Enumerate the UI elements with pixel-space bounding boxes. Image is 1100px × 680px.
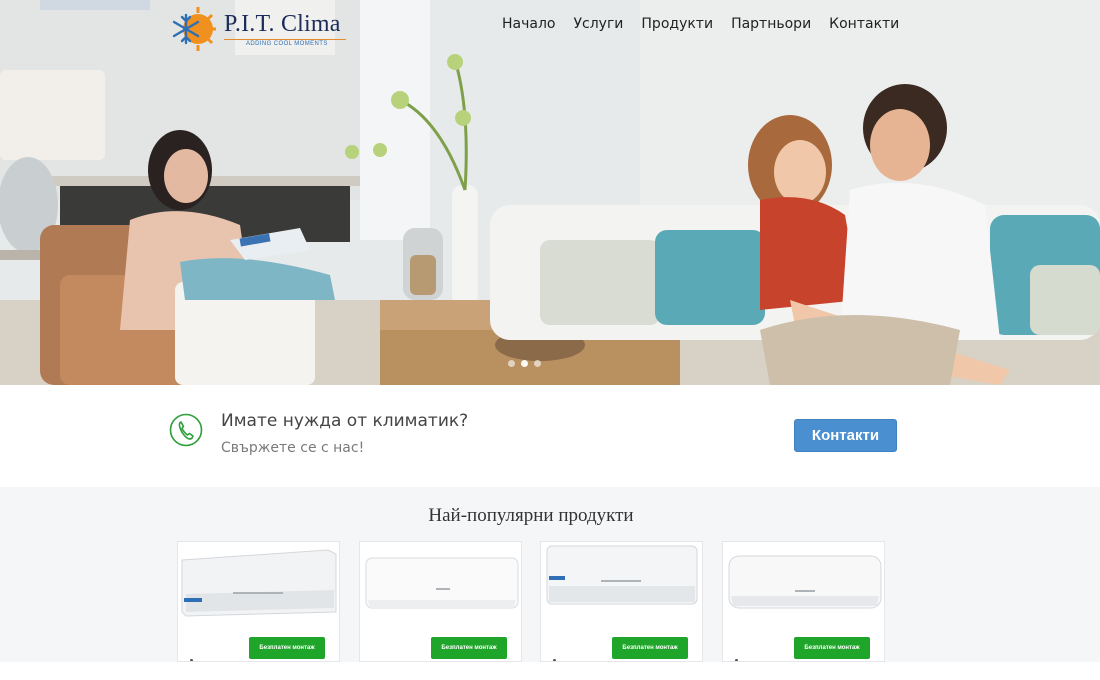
free-installation-badge: Безплатен монтаж xyxy=(431,637,507,659)
product-card[interactable]: Безплатен монтаж xyxy=(359,541,522,662)
logo-divider xyxy=(224,39,346,40)
nav-item-products[interactable]: Продукти xyxy=(641,16,713,32)
nav-item-partners[interactable]: Партньори xyxy=(731,16,811,32)
product-card[interactable]: Безплатен монтаж xyxy=(177,541,340,662)
hero-banner: P.I.T. Clima ADDING COOL MOMENTS Начало … xyxy=(0,0,1100,385)
nav-item-services[interactable]: Услуги xyxy=(573,16,623,32)
main-nav: Начало Услуги Продукти Партньори Контакт… xyxy=(502,16,899,32)
phone-icon xyxy=(169,413,203,447)
product-card[interactable]: Безплатен монтаж xyxy=(722,541,885,662)
page: P.I.T. Clima ADDING COOL MOMENTS Начало … xyxy=(0,0,1100,680)
page-bottom-edge xyxy=(0,662,1100,680)
slider-dot-2[interactable] xyxy=(521,360,528,367)
free-installation-badge: Безплатен монтаж xyxy=(794,637,870,659)
slider-dots xyxy=(508,360,541,367)
brand-tagline: ADDING COOL MOMENTS xyxy=(246,41,328,47)
nav-item-contacts[interactable]: Контакти xyxy=(829,16,899,32)
product-card[interactable]: Безплатен монтаж xyxy=(540,541,703,662)
call-title: Имате нужда от климатик? xyxy=(221,411,469,431)
nav-item-home[interactable]: Начало xyxy=(502,16,555,32)
products-title: Най-популярни продукти xyxy=(428,505,634,526)
contacts-button[interactable]: Контакти xyxy=(794,419,897,452)
free-installation-badge: Безплатен монтаж xyxy=(612,637,688,659)
slider-dot-1[interactable] xyxy=(508,360,515,367)
call-to-action-strip xyxy=(0,385,1100,487)
call-subtitle: Свържете се с нас! xyxy=(221,440,365,456)
slider-dot-3[interactable] xyxy=(534,360,541,367)
snowflake-sun-icon xyxy=(172,7,216,51)
hero-photo xyxy=(0,0,1100,385)
brand-name: P.I.T. Clima xyxy=(224,11,341,37)
logo[interactable]: P.I.T. Clima ADDING COOL MOMENTS xyxy=(172,5,350,51)
free-installation-badge: Безплатен монтаж xyxy=(249,637,325,659)
